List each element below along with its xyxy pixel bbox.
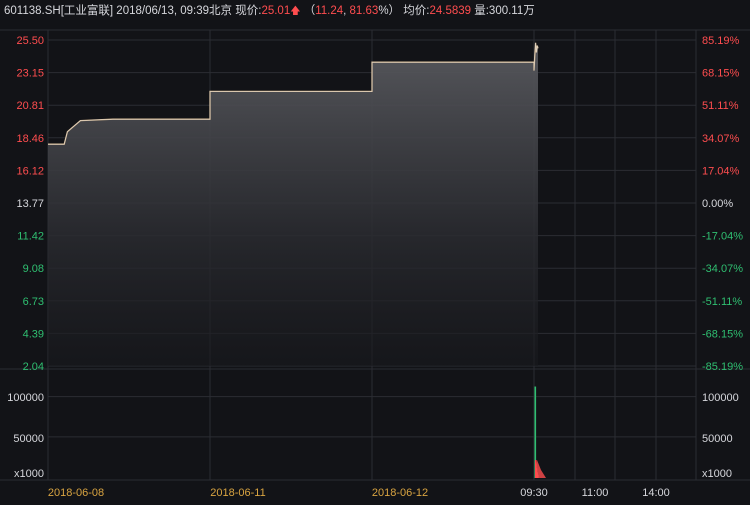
price-tick-right: -34.07% — [702, 263, 743, 275]
price-tick-left: 20.81 — [16, 100, 44, 112]
price-tick-left: 9.08 — [23, 263, 44, 275]
volume-tick-left: x1000 — [14, 468, 44, 480]
price-tick-left: 25.50 — [16, 35, 44, 47]
price-tick-right: -85.19% — [702, 361, 743, 373]
price-tick-right: 17.04% — [702, 165, 740, 177]
time-tick: 11:00 — [582, 487, 609, 499]
price-tick-left: 16.12 — [16, 165, 44, 177]
volume-axis-left: 100000 50000 x1000 — [7, 392, 44, 480]
price-tick-right: 68.15% — [702, 68, 740, 80]
time-tick: 2018-06-12 — [372, 487, 428, 499]
price-tick-left: 2.04 — [23, 361, 44, 373]
price-area — [48, 42, 539, 367]
price-tick-right: 51.11% — [702, 100, 739, 112]
price-axis-right: 85.19% 68.15% 51.11% 34.07% 17.04% 0.00% -17.0… — [702, 35, 743, 373]
price-tick-right: 34.07% — [702, 133, 740, 145]
time-tick: 2018-06-08 — [48, 487, 104, 499]
price-tick-right: 85.19% — [702, 35, 740, 47]
volume-bar — [535, 460, 546, 478]
time-tick: 2018-06-11 — [210, 487, 265, 499]
volume-tick-left: 50000 — [13, 433, 44, 445]
price-tick-left: 11.42 — [17, 231, 44, 243]
volume-axis-right: 100000 50000 x1000 — [702, 392, 739, 480]
intraday-chart-panel: 601138.SH[工业富联] 2018/06/13, 09:39北京 现价:2… — [0, 0, 750, 505]
time-axis: 2018-06-08 2018-06-11 2018-06-12 09:30 11:00… — [48, 487, 670, 499]
volume-tick-left: 100000 — [7, 392, 44, 404]
price-tick-right: 0.00% — [702, 198, 733, 210]
volume-bars — [534, 386, 546, 478]
price-tick-right: -17.04% — [702, 231, 743, 243]
price-tick-left: 23.15 — [16, 68, 44, 80]
time-tick: 09:30 — [520, 487, 548, 499]
price-tick-left: 6.73 — [23, 296, 44, 308]
volume-tick-right: 50000 — [702, 433, 733, 445]
chart-canvas[interactable]: 25.5023.1520.8118.4616.1213.7711.429.086… — [0, 0, 750, 505]
price-tick-left: 4.39 — [23, 328, 44, 340]
price-tick-left: 13.77 — [16, 198, 44, 210]
price-tick-right: -68.15% — [702, 328, 743, 340]
volume-tick-right: 100000 — [702, 392, 739, 404]
price-tick-right: -51.11% — [702, 296, 742, 308]
time-tick: 14:00 — [642, 487, 670, 499]
price-axis-left: 25.50 23.15 20.81 18.46 16.12 13.77 11.42 9.08 6… — [16, 35, 44, 373]
price-tick-left: 18.46 — [16, 133, 44, 145]
volume-tick-right: x1000 — [702, 468, 732, 480]
